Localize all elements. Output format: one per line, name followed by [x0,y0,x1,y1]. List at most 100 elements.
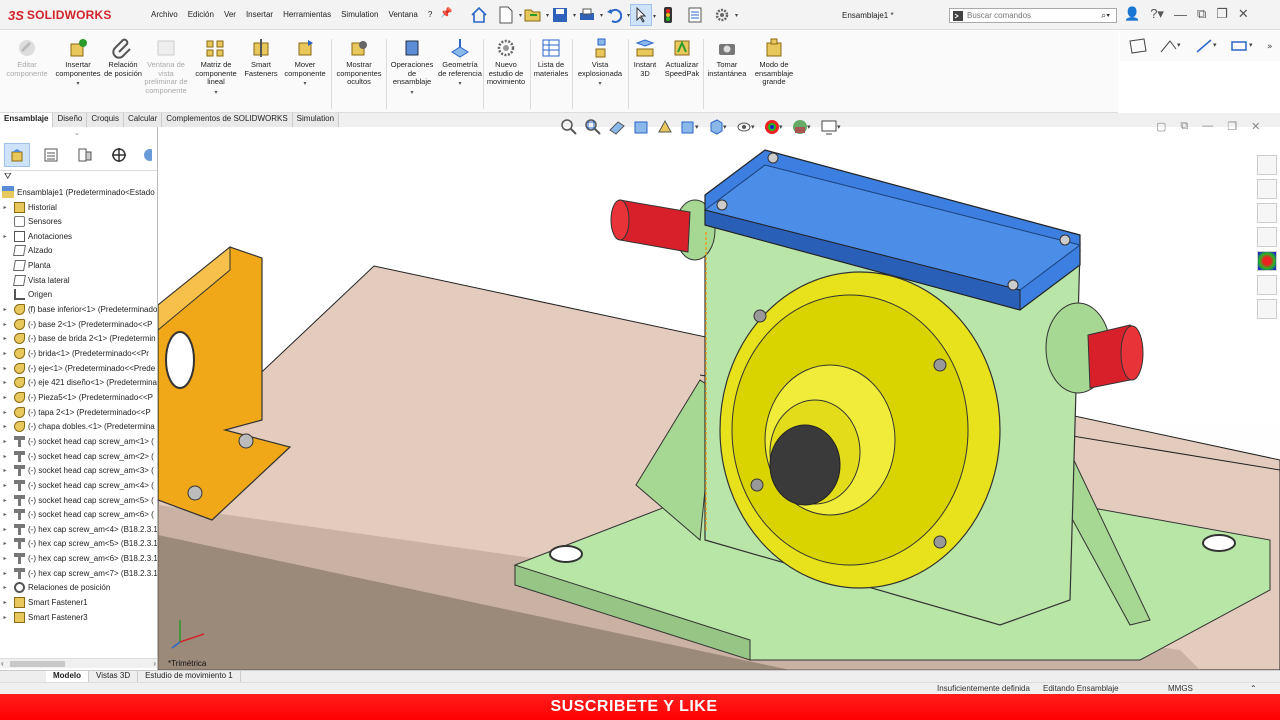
tree-item[interactable]: ▸ (-) socket head cap screw_am<2> ( [0,449,154,463]
splitter-handle-icon[interactable]: ⌄ [74,129,80,137]
expand-arrow-icon[interactable]: ▸ [0,453,10,460]
tree-item[interactable]: ▸ (-) base 2<1> (Predeterminado<<P [0,317,153,331]
tree-item[interactable]: ▸ (-) socket head cap screw_am<4> ( [0,478,154,492]
close-icon[interactable]: ✕ [1238,6,1249,22]
menu-help[interactable]: ? [423,10,437,19]
tree-item[interactable]: Vista lateral [0,273,70,287]
tree-root[interactable]: Ensamblaje1 (Predeterminado<Estado de [2,185,157,199]
open-icon[interactable]: ▾ [522,4,549,26]
smart-fasteners-button[interactable]: Smart Fasteners [242,37,280,78]
update-speedpak-button[interactable]: Actualizar SpeedPak [662,37,702,78]
rebuild-traffic-light-icon[interactable] [657,4,679,26]
pin-icon[interactable]: 📌 [440,8,452,20]
linear-pattern-button[interactable]: Matriz de componente lineal ▾ [192,37,240,96]
viewport-tile-icon[interactable]: ⧉ [1180,120,1188,133]
tree-item[interactable]: ▸ (-) socket head cap screw_am<3> ( [0,464,154,478]
tree-item[interactable]: ▸ (-) hex cap screw_am<7> (B18.2.3.1 [0,566,157,580]
tab-calcular[interactable]: Calcular [123,113,163,127]
tree-item[interactable]: ▸ (f) base inferior<1> (Predeterminado [0,303,157,317]
user-icon[interactable]: 👤 [1124,6,1140,22]
file-explorer-icon[interactable] [1257,203,1277,223]
tab-croquis[interactable]: Croquis [87,113,124,127]
tree-item[interactable]: ▸ (-) brida<1> (Predeterminado<<Pr [0,347,149,361]
expand-arrow-icon[interactable]: ▸ [0,394,10,401]
expand-arrow-icon[interactable]: ▸ [0,555,10,562]
expand-arrow-icon[interactable]: ▸ [0,497,10,504]
save-icon[interactable]: ▾ [549,4,576,26]
tree-item[interactable]: ▸ (-) hex cap screw_am<6> (B18.2.3.1 [0,552,157,566]
line-icon[interactable]: ▾ [1194,37,1220,55]
menu-ventana[interactable]: Ventana [383,10,422,19]
tab-scroll-arrows[interactable] [0,671,46,682]
tab-ensamblaje[interactable]: Ensamblaje [0,113,54,127]
previous-view-icon[interactable] [608,118,626,136]
edit-appearance-icon[interactable]: ▾ [764,118,786,136]
expand-arrow-icon[interactable]: ▸ [0,511,10,518]
more-chevron-icon[interactable]: » [1266,37,1276,55]
tab-vistas-3d[interactable]: Vistas 3D [89,671,139,682]
reference-geometry-button[interactable]: Geometría de referencia ▾ [438,37,482,87]
menu-archivo[interactable]: Archivo [146,10,183,19]
tree-item[interactable]: ▸ (-) Pieza5<1> (Predeterminado<<P [0,390,153,404]
expand-arrow-icon[interactable]: ▸ [0,438,10,445]
zoom-to-fit-icon[interactable] [560,118,578,136]
tree-item[interactable]: ▸ (-) base de brida 2<1> (Predetermin [0,332,156,346]
scroll-left-icon[interactable]: ‹ [1,659,4,668]
tree-item[interactable]: ▸ (-) socket head cap screw_am<1> ( [0,434,154,448]
assembly-features-button[interactable]: Operaciones de ensamblaje ▾ [388,37,436,96]
new-document-icon[interactable]: ▾ [495,4,522,26]
expand-arrow-icon[interactable]: ▸ [0,526,10,533]
tree-item[interactable]: Sensores [0,215,62,229]
expand-arrow-icon[interactable]: ▸ [0,570,10,577]
move-component-button[interactable]: Mover componente ▾ [282,37,328,87]
sketch-plane-icon[interactable] [1128,37,1148,55]
menu-insertar[interactable]: Insertar [241,10,278,19]
chevron-down-icon[interactable]: ▾ [76,80,79,87]
apply-scene-icon[interactable]: ▾ [792,118,814,136]
tab-motion-study[interactable]: Estudio de movimiento 1 [138,671,241,682]
expand-arrow-icon[interactable]: ▸ [0,365,10,372]
viewport-restore-icon[interactable]: ▢ [1156,120,1166,133]
dynamic-annotation-icon[interactable] [656,118,674,136]
component-preview-button[interactable]: Ventana de vista preliminar de component… [144,37,188,95]
viewport-close-icon[interactable]: ✕ [1251,120,1260,133]
dimxpert-tab-icon[interactable] [106,143,132,167]
assembly-3d-model[interactable] [158,127,1280,670]
scroll-thumb[interactable] [10,661,65,667]
command-search[interactable]: Buscar comandos ⌕▾ [949,8,1117,23]
file-properties-icon[interactable] [684,4,706,26]
tree-item[interactable]: Alzado [0,244,52,258]
view-palette-icon[interactable] [1257,227,1277,247]
configurationmanager-tab-icon[interactable] [72,143,98,167]
mate-button[interactable]: Relación de posición [104,37,142,78]
chevron-down-icon[interactable]: ▾ [214,89,217,96]
expand-arrow-icon[interactable]: ▸ [0,482,10,489]
help-icon[interactable]: ?▾ [1150,6,1164,22]
insert-components-button[interactable]: Insertar componentes ▾ [54,37,102,87]
tree-item[interactable]: ▸ (-) eje 421 diseño<1> (Predetermina [0,376,157,390]
select-icon[interactable]: ▾ [630,4,656,26]
large-assembly-mode-button[interactable]: Modo de ensamblaje grande [752,37,796,87]
viewport-maximize-icon[interactable]: ❐ [1227,120,1237,133]
appearances-icon[interactable] [1257,251,1277,271]
tree-item[interactable]: ▸ Historial [0,200,57,214]
restore-icon[interactable]: ⧉ [1197,6,1206,22]
display-style-icon[interactable]: ▾ [708,118,730,136]
propertymanager-tab-icon[interactable] [38,143,64,167]
tab-complementos[interactable]: Complementos de SOLIDWORKS [162,113,293,127]
tree-item[interactable]: ▸ Anotaciones [0,229,72,243]
viewport-minimize-icon[interactable]: — [1202,120,1213,133]
tree-item[interactable]: ▸ Smart Fastener3 [0,610,88,624]
search-icon[interactable]: ⌕▾ [1101,10,1110,21]
expand-arrow-icon[interactable]: ▸ [0,467,10,474]
menu-simulation[interactable]: Simulation [336,10,383,19]
chevron-down-icon[interactable]: ▾ [303,80,306,87]
bill-of-materials-button[interactable]: Lista de materiales [532,37,570,78]
expand-arrow-icon[interactable]: ▸ [0,540,10,547]
scroll-right-icon[interactable]: › [153,659,156,668]
expand-arrow-icon[interactable]: ▸ [0,306,10,313]
hide-show-items-icon[interactable]: ▾ [736,118,758,136]
expand-arrow-icon[interactable]: ▸ [0,379,10,386]
tab-modelo[interactable]: Modelo [46,671,89,682]
take-snapshot-button[interactable]: Tomar instantánea [704,37,750,78]
